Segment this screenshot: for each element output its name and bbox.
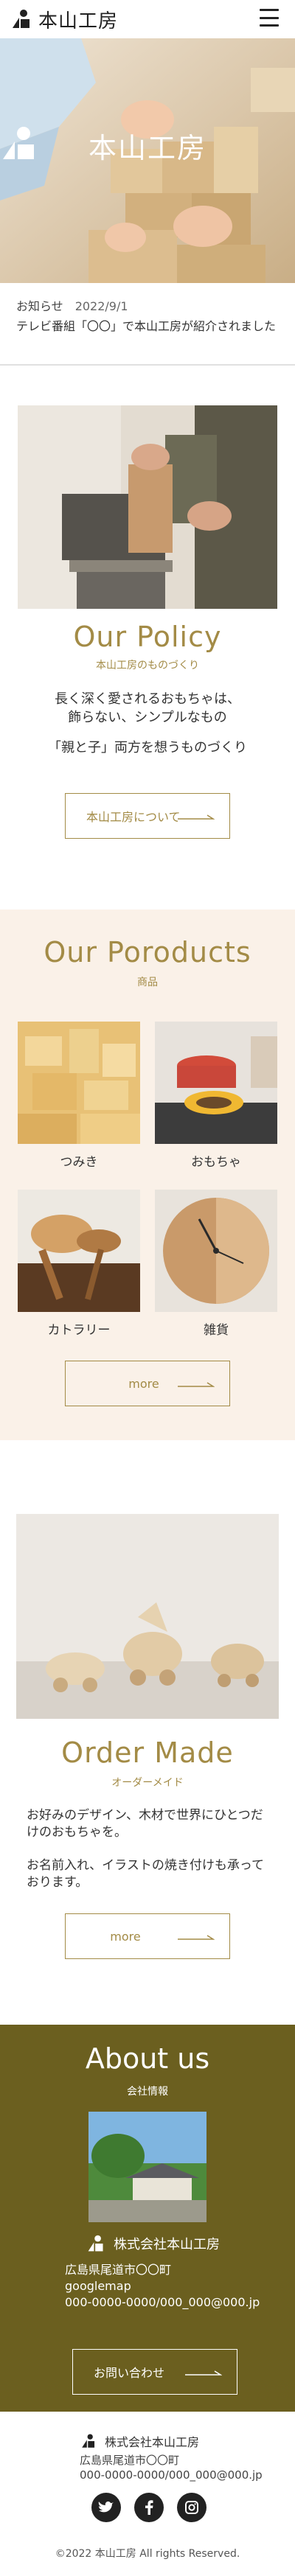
about-company-name: 株式会社本山工房 xyxy=(114,2237,220,2252)
order-text-2: お名前入れ、イラストの焼き付けも承っております。 xyxy=(27,1858,264,1890)
facebook-icon[interactable] xyxy=(134,2493,164,2522)
products-section: Our Poroducts 商品 つみき おもちゃ カトラリー 雑貨 more xyxy=(0,910,295,1440)
logo-mark-icon xyxy=(82,2434,95,2448)
about-info: 広島県尾道市〇〇町 googlemap 000-0000-0000/000_00… xyxy=(65,2262,260,2311)
product-image xyxy=(155,1190,277,1312)
policy-line-2: 飾らない、シンプルなもの xyxy=(68,710,227,725)
header-logo-text: 本山工房 xyxy=(38,10,119,32)
order-text-1: お好みのデザイン、木材で世界にひとつだけのおもちゃを。 xyxy=(27,1808,263,1840)
news-meta: お知らせ 2022/9/1 xyxy=(16,296,279,314)
arrow-right-icon xyxy=(178,1935,215,1940)
product-card-tsumiki[interactable]: つみき xyxy=(18,1022,140,1170)
products-subtitle: 商品 xyxy=(137,977,158,988)
hero-logo: 本山工房 xyxy=(0,125,295,166)
news-title[interactable]: テレビ番組「〇〇」で本山工房が紹介されました xyxy=(16,318,279,335)
logo-mark-icon xyxy=(13,10,30,28)
arrow-right-icon xyxy=(185,2370,222,2376)
product-image xyxy=(155,1022,277,1144)
footer-contact: 000-0000-0000/000_000@000.jp xyxy=(80,2468,263,2482)
footer-info: 広島県尾道市〇〇町 000-0000-0000/000_000@000.jp xyxy=(80,2453,263,2482)
about-subtitle: 会社情報 xyxy=(127,2086,168,2098)
instagram-icon[interactable] xyxy=(177,2493,206,2522)
footer-company: 株式会社本山工房 xyxy=(80,2432,199,2450)
product-image xyxy=(18,1190,140,1312)
policy-line-3: 「親と子」両方を想うものづくり xyxy=(48,740,247,755)
header-logo[interactable]: 本山工房 xyxy=(10,6,118,33)
about-link-button[interactable]: 本山工房について xyxy=(65,793,230,839)
order-more-button[interactable]: more xyxy=(65,1913,230,1959)
order-subtitle: オーダーメイド xyxy=(111,1777,184,1789)
policy-subtitle: 本山工房のものづくり xyxy=(96,660,199,671)
products-more-label: more xyxy=(128,1376,159,1391)
products-more-button[interactable]: more xyxy=(65,1361,230,1406)
product-image xyxy=(18,1022,140,1144)
about-address: 広島県尾道市〇〇町 xyxy=(65,2263,172,2277)
hamburger-menu-icon[interactable] xyxy=(260,9,279,27)
order-more-label: more xyxy=(110,1929,141,1944)
twitter-icon[interactable] xyxy=(91,2493,121,2522)
product-card-cutlery[interactable]: カトラリー xyxy=(18,1190,140,1338)
product-label: つみき xyxy=(60,1155,98,1170)
about-link-label: 本山工房について xyxy=(86,810,181,824)
about-map-link[interactable]: googlemap xyxy=(65,2278,260,2294)
hero-logo-text: 本山工房 xyxy=(88,132,206,164)
news-item[interactable]: お知らせ 2022/9/1 テレビ番組「〇〇」で本山工房が紹介されました xyxy=(16,296,279,335)
about-contact: 000-0000-0000/000_000@000.jp xyxy=(65,2295,260,2309)
site-header: 本山工房 xyxy=(0,0,295,38)
products-title: Our Poroducts xyxy=(44,936,251,968)
page: 本山工房 本山工房 お知らせ 2022/9/1 テレビ番組「〇〇」で本山工房が紹… xyxy=(0,0,295,2576)
product-card-zakka[interactable]: 雑貨 xyxy=(155,1190,277,1338)
logo-mark-icon xyxy=(88,2235,103,2252)
hero-image: 本山工房 xyxy=(0,38,295,283)
policy-title: Our Policy xyxy=(73,621,222,653)
contact-button[interactable]: お問い合わせ xyxy=(72,2349,237,2395)
copyright: ©2022 本山工房 All rights Reserved. xyxy=(55,2548,240,2560)
footer-address: 広島県尾道市〇〇町 xyxy=(80,2454,180,2467)
news-date: 2022/9/1 xyxy=(74,299,128,313)
order-title: Order Made xyxy=(61,1736,234,1769)
social-links xyxy=(91,2493,206,2522)
product-label: 雑貨 xyxy=(204,1323,229,1338)
news-label: お知らせ xyxy=(16,299,63,313)
policy-image xyxy=(18,405,277,609)
divider xyxy=(0,364,295,366)
footer-company-name: 株式会社本山工房 xyxy=(105,2435,200,2449)
arrow-right-icon xyxy=(178,1382,215,1387)
product-label: おもちゃ xyxy=(191,1155,241,1170)
product-card-omocha[interactable]: おもちゃ xyxy=(155,1022,277,1170)
policy-line-1: 長く深く愛されるおもちゃは、 xyxy=(55,691,240,707)
hero-logo-mark-icon xyxy=(3,127,34,159)
about-section: About us 会社情報 株式会社本山工房 広島県尾道市〇〇町 googlem… xyxy=(0,2025,295,2412)
about-building-image xyxy=(88,2112,206,2222)
product-label: カトラリー xyxy=(47,1323,111,1338)
contact-button-label: お問い合わせ xyxy=(94,2366,165,2380)
about-company: 株式会社本山工房 xyxy=(86,2234,220,2253)
order-made-image xyxy=(16,1514,279,1719)
arrow-right-icon xyxy=(178,814,215,820)
about-title: About us xyxy=(85,2042,210,2075)
